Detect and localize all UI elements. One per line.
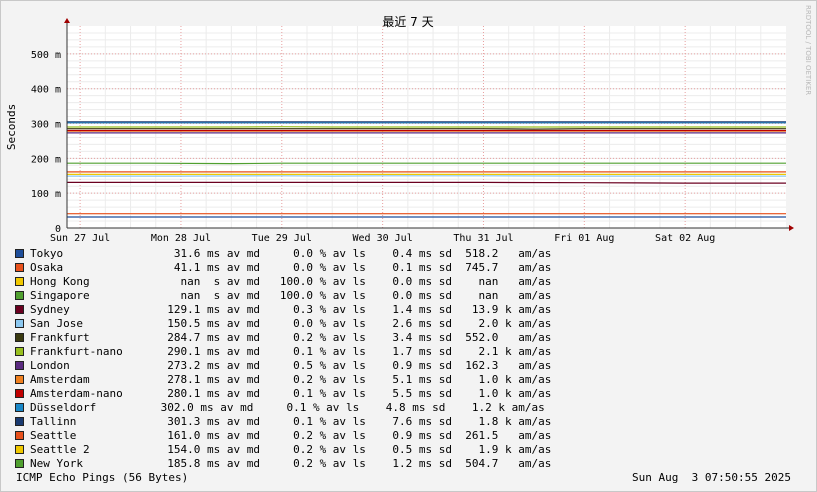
x-tick-label: Sat 02 Aug bbox=[655, 233, 715, 244]
y-tick-label: 500 m bbox=[31, 50, 61, 61]
legend-stats: nan s av md 100.0 % av ls 0.0 ms sd nan … bbox=[154, 289, 552, 302]
legend-swatch bbox=[15, 249, 24, 258]
footer-timestamp: Sun Aug 3 07:50:55 2025 bbox=[632, 471, 791, 484]
legend-name: Sydney bbox=[30, 303, 70, 316]
legend-name: Singapore bbox=[30, 289, 90, 302]
legend-name: San Jose bbox=[30, 317, 83, 330]
legend-swatch bbox=[15, 403, 24, 412]
legend-name: Tallinn bbox=[30, 415, 77, 428]
x-axis-arrow bbox=[789, 225, 794, 231]
legend-swatch bbox=[15, 459, 24, 468]
legend-stats: nan s av md 100.0 % av ls 0.0 ms sd nan … bbox=[154, 275, 552, 288]
legend-swatch bbox=[15, 417, 24, 426]
y-tick-label: 300 m bbox=[31, 120, 61, 131]
legend-stats: 150.5 ms av md 0.0 % av ls 2.6 ms sd 2.0… bbox=[154, 317, 552, 330]
legend-stats: 284.7 ms av md 0.2 % av ls 3.4 ms sd 552… bbox=[154, 331, 552, 344]
legend-name: Düsseldorf bbox=[30, 401, 97, 414]
legend-swatch bbox=[15, 389, 24, 398]
legend-swatch bbox=[15, 291, 24, 300]
y-axis-label: Seconds bbox=[5, 104, 18, 150]
legend-name: Frankfurt bbox=[30, 331, 90, 344]
legend-name: Seattle bbox=[30, 429, 77, 442]
legend-stats: 278.1 ms av md 0.2 % av ls 5.1 ms sd 1.0… bbox=[154, 373, 552, 386]
legend-stats: 302.0 ms av md 0.1 % av ls 4.8 ms sd 1.2… bbox=[154, 401, 545, 414]
legend-stats: 161.0 ms av md 0.2 % av ls 0.9 ms sd 261… bbox=[154, 429, 552, 442]
legend-name: Frankfurt-nano bbox=[30, 345, 123, 358]
rrdtool-watermark: RRDTOOL / TOBI OETIKER bbox=[804, 5, 812, 95]
y-tick-label: 400 m bbox=[31, 85, 61, 96]
legend-swatch bbox=[15, 333, 24, 342]
legend-stats: 41.1 ms av md 0.0 % av ls 0.1 ms sd 745.… bbox=[154, 261, 552, 274]
x-tick-label: Tue 29 Jul bbox=[252, 233, 312, 244]
legend-stats: 154.0 ms av md 0.2 % av ls 0.5 ms sd 1.9… bbox=[154, 443, 552, 456]
legend-name: London bbox=[30, 359, 70, 372]
legend-stats: 280.1 ms av md 0.1 % av ls 5.5 ms sd 1.0… bbox=[154, 387, 552, 400]
legend-swatch bbox=[15, 263, 24, 272]
legend-swatch bbox=[15, 361, 24, 370]
y-tick-label: 200 m bbox=[31, 154, 61, 165]
legend-name: Seattle 2 bbox=[30, 443, 90, 456]
x-tick-label: Sun 27 Jul bbox=[50, 233, 110, 244]
legend-swatch bbox=[15, 375, 24, 384]
x-tick-label: Fri 01 Aug bbox=[554, 233, 614, 244]
x-tick-label: Mon 28 Jul bbox=[151, 233, 211, 244]
legend-stats: 129.1 ms av md 0.3 % av ls 1.4 ms sd 13.… bbox=[154, 303, 552, 316]
legend-name: Tokyo bbox=[30, 247, 64, 260]
legend-name: New York bbox=[30, 457, 83, 470]
y-tick-label: 100 m bbox=[31, 189, 61, 200]
legend-name: Amsterdam bbox=[30, 373, 90, 386]
legend-swatch bbox=[15, 319, 24, 328]
legend-stats: 273.2 ms av md 0.5 % av ls 0.9 ms sd 162… bbox=[154, 359, 552, 372]
legend-name: Osaka bbox=[30, 261, 64, 274]
legend-swatch bbox=[15, 431, 24, 440]
x-tick-label: Wed 30 Jul bbox=[353, 233, 413, 244]
legend-swatch bbox=[15, 305, 24, 314]
legend-swatch bbox=[15, 277, 24, 286]
legend-stats: 31.6 ms av md 0.0 % av ls 0.4 ms sd 518.… bbox=[154, 247, 552, 260]
legend-swatch bbox=[15, 347, 24, 356]
legend-stats: 290.1 ms av md 0.1 % av ls 1.7 ms sd 2.1… bbox=[154, 345, 552, 358]
x-tick-label: Thu 31 Jul bbox=[453, 233, 513, 244]
legend-name: Hong Kong bbox=[30, 275, 90, 288]
y-axis-arrow bbox=[64, 18, 70, 23]
footer-description: ICMP Echo Pings (56 Bytes) bbox=[16, 471, 189, 484]
legend-name: Amsterdam-nano bbox=[30, 387, 123, 400]
legend-stats: 185.8 ms av md 0.2 % av ls 1.2 ms sd 504… bbox=[154, 457, 552, 470]
series-line bbox=[67, 181, 786, 184]
legend-stats: 301.3 ms av md 0.1 % av ls 7.6 ms sd 1.8… bbox=[154, 415, 552, 428]
chart-title: 最近 7 天 bbox=[382, 15, 433, 29]
legend-swatch bbox=[15, 445, 24, 454]
